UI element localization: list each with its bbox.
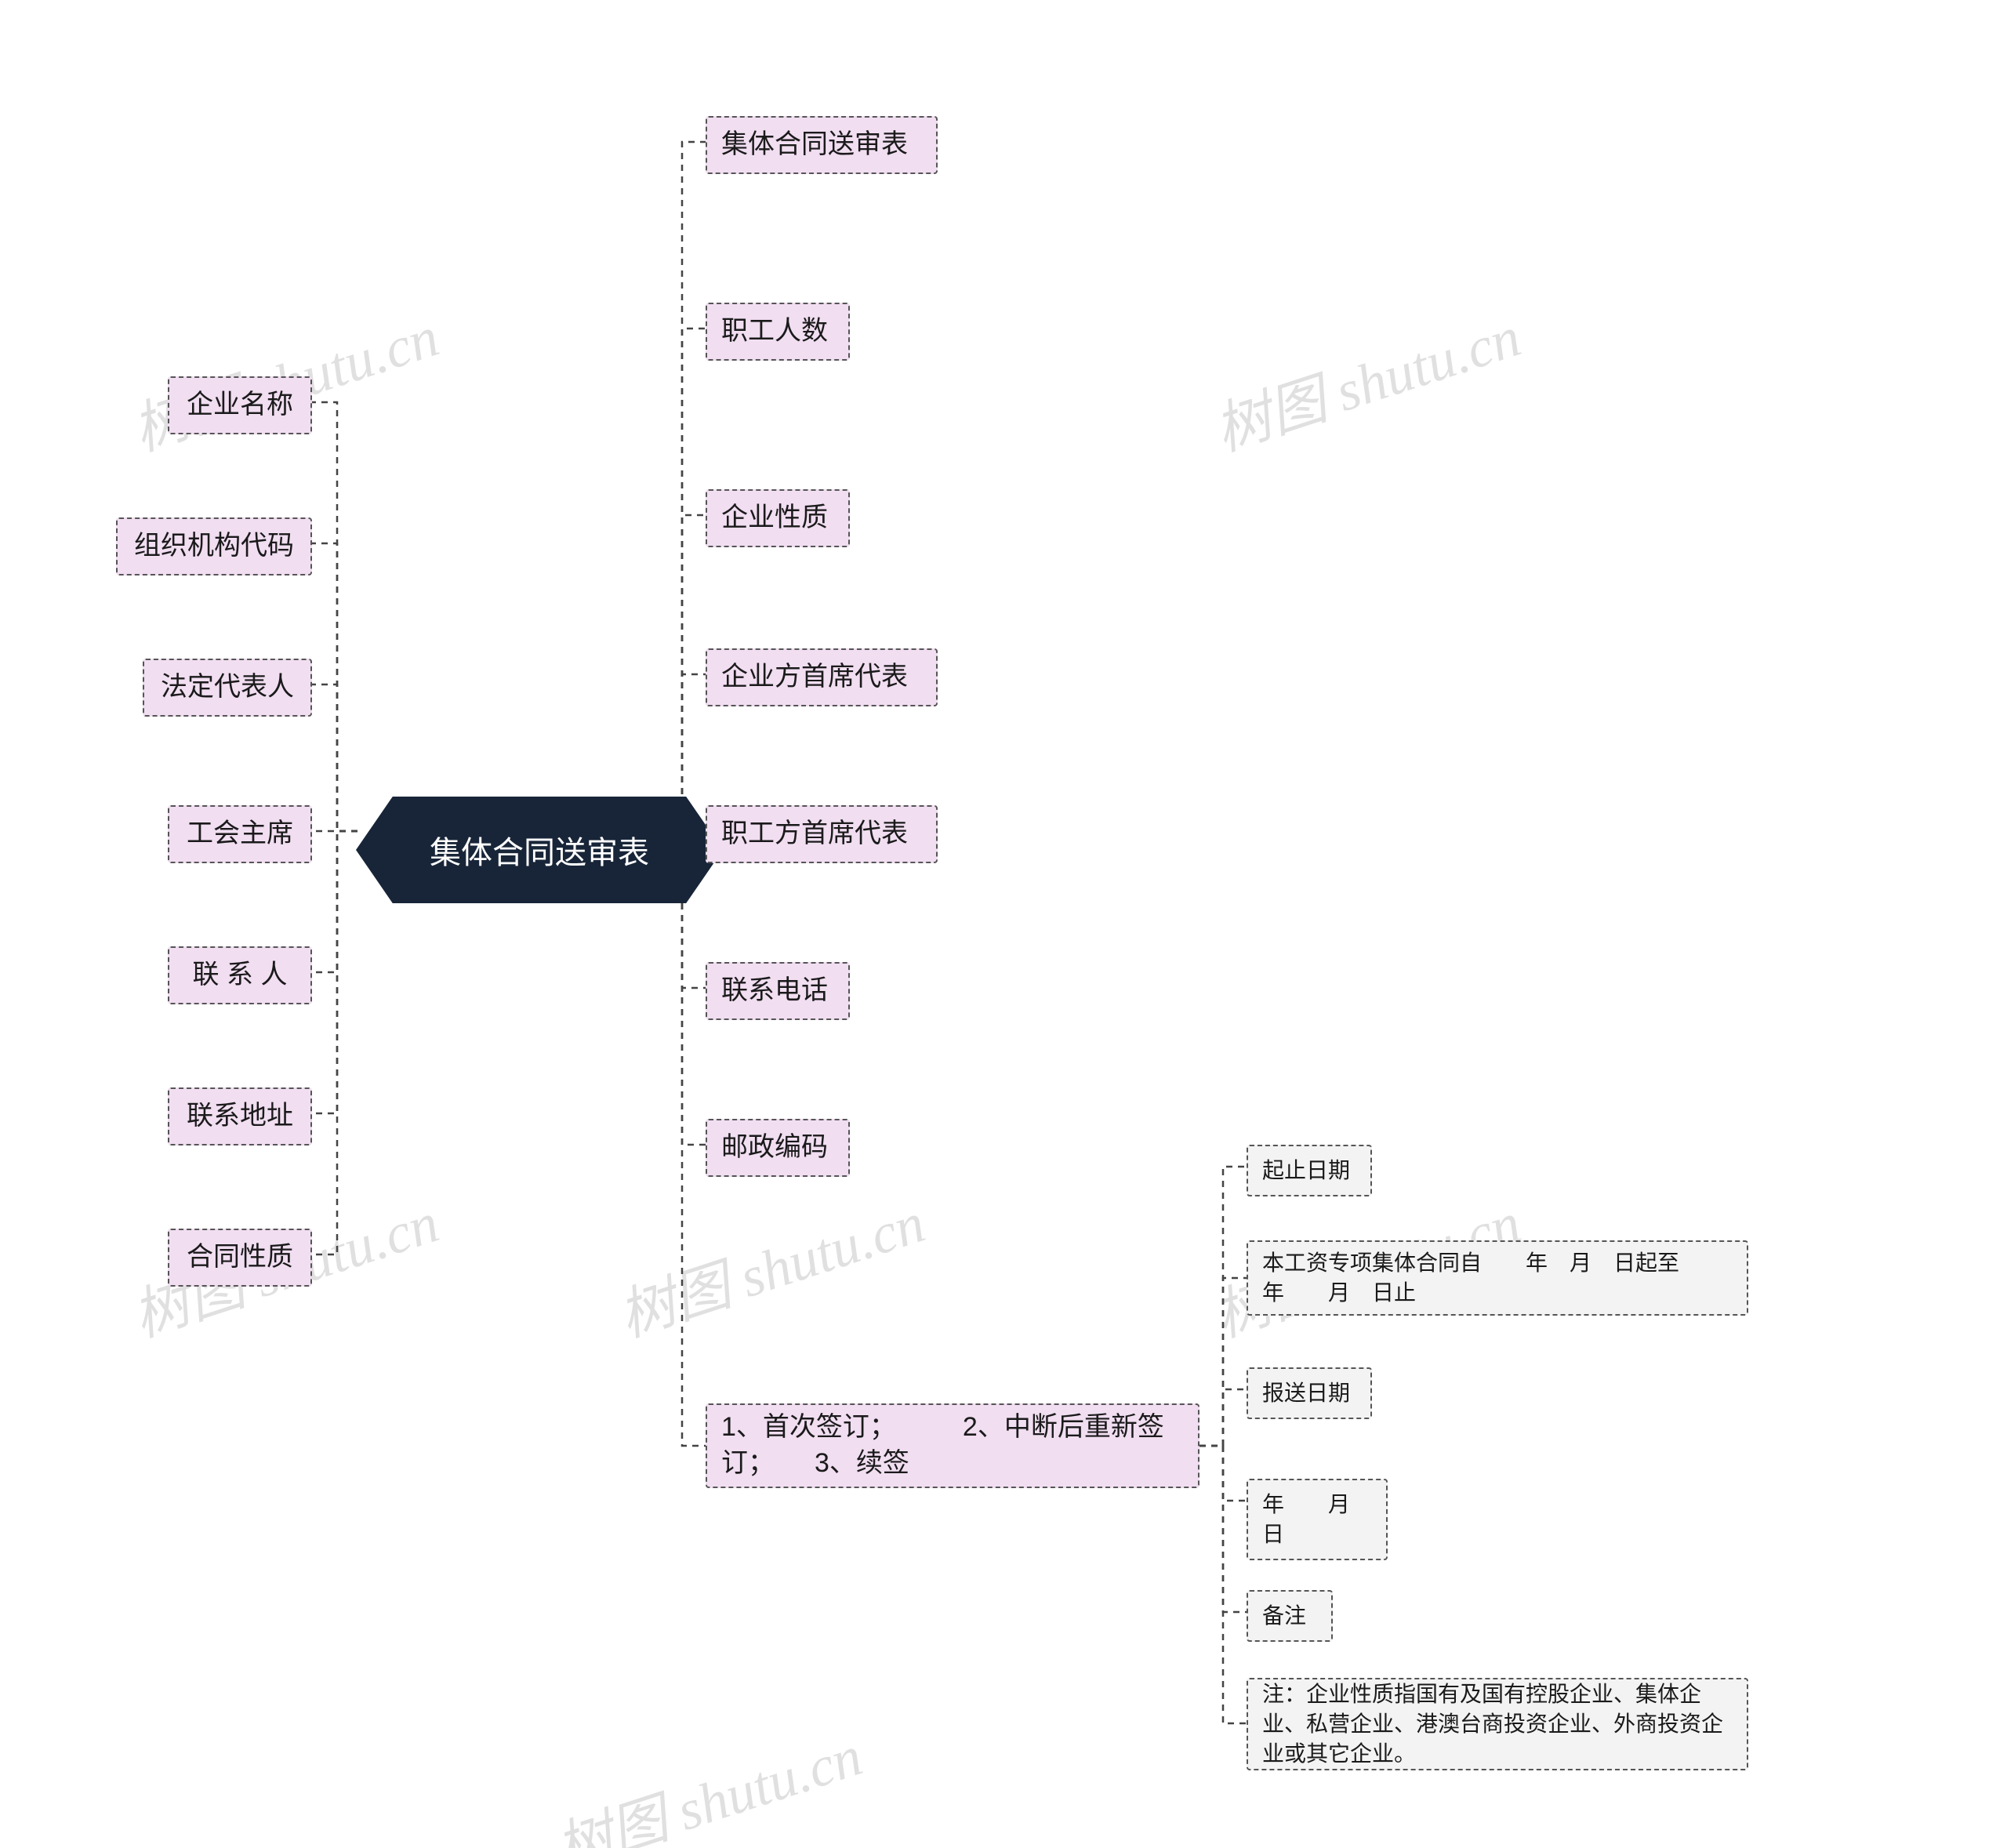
- sub-node-contract-period: 本工资专项集体合同自 年 月 日起至 年 月 日止: [1247, 1240, 1748, 1316]
- sub-node-date-ymd: 年 月 日: [1247, 1479, 1388, 1560]
- right-node-phone: 联系电话: [706, 962, 850, 1020]
- right-node-enterprise-chief-rep: 企业方首席代表: [706, 648, 938, 706]
- left-node-contact-person: 联 系 人: [168, 946, 312, 1004]
- left-node-union-chair: 工会主席: [168, 805, 312, 863]
- right-node-employee-count: 职工人数: [706, 303, 850, 361]
- sub-node-note: 注：企业性质指国有及国有控股企业、集体企业、私营企业、港澳台商投资企业、外商投资…: [1247, 1678, 1748, 1770]
- left-node-company-name: 企业名称: [168, 376, 312, 434]
- right-node-employee-chief-rep: 职工方首席代表: [706, 805, 938, 863]
- left-node-legal-rep: 法定代表人: [143, 659, 312, 717]
- right-node-review-form: 集体合同送审表: [706, 116, 938, 174]
- right-node-enterprise-nature: 企业性质: [706, 489, 850, 547]
- sub-node-submit-date: 报送日期: [1247, 1367, 1372, 1419]
- sub-node-remark: 备注: [1247, 1590, 1333, 1642]
- left-node-contact-address: 联系地址: [168, 1087, 312, 1145]
- watermark: 树图 shutu.cn: [607, 1176, 934, 1352]
- left-node-org-code: 组织机构代码: [116, 517, 312, 575]
- connectors: [0, 0, 2007, 1848]
- watermark: 树图 shutu.cn: [1203, 290, 1530, 467]
- right-node-signing-type: 1、首次签订； 2、中断后重新签订； 3、续签: [706, 1403, 1199, 1488]
- left-node-contract-nature: 合同性质: [168, 1229, 312, 1287]
- root-node: 集体合同送审表: [356, 797, 723, 903]
- watermark: 树图 shutu.cn: [544, 1709, 871, 1848]
- sub-node-date-range: 起止日期: [1247, 1145, 1372, 1196]
- right-node-postal-code: 邮政编码: [706, 1119, 850, 1177]
